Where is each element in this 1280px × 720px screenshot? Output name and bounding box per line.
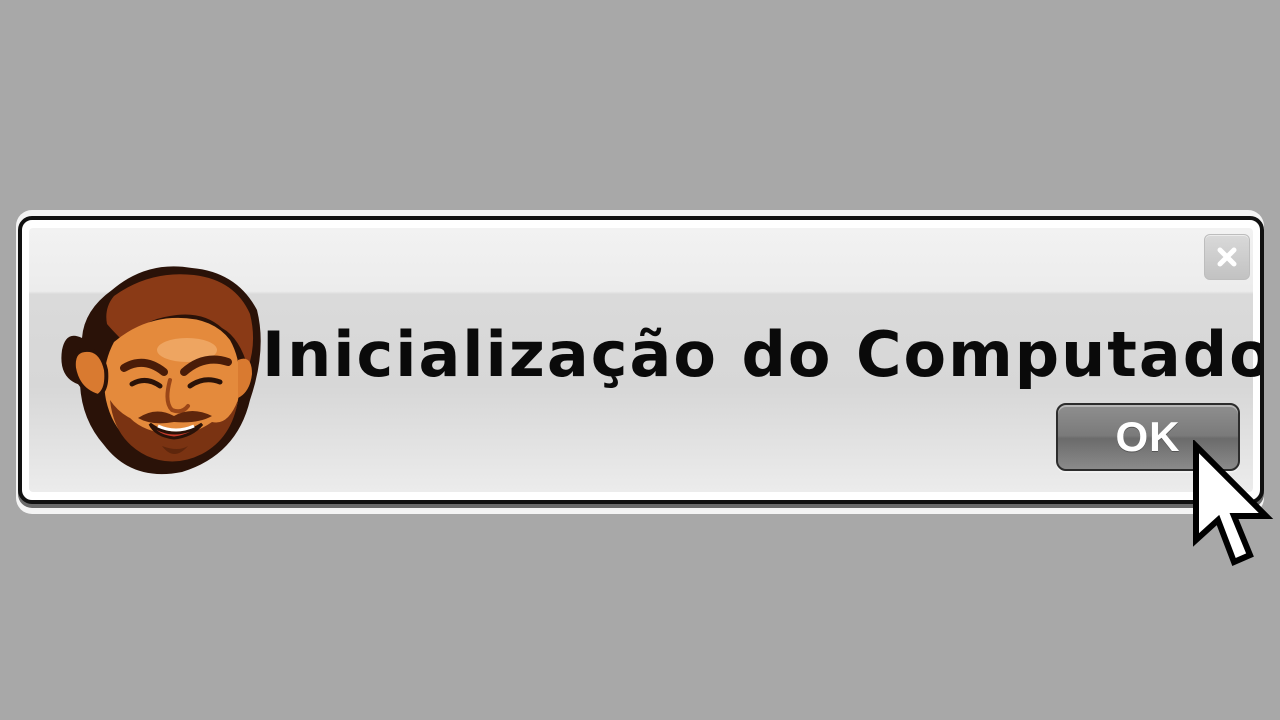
desktop-stage: Inicialização do Computador OK [0,0,1280,720]
alert-dialog: Inicialização do Computador OK [18,216,1264,504]
dialog-title: Inicialização do Computador [262,318,1264,391]
close-icon [1217,247,1237,267]
close-button[interactable] [1204,234,1250,280]
mouse-pointer-icon [1193,440,1274,567]
avatar-icon [61,266,261,475]
